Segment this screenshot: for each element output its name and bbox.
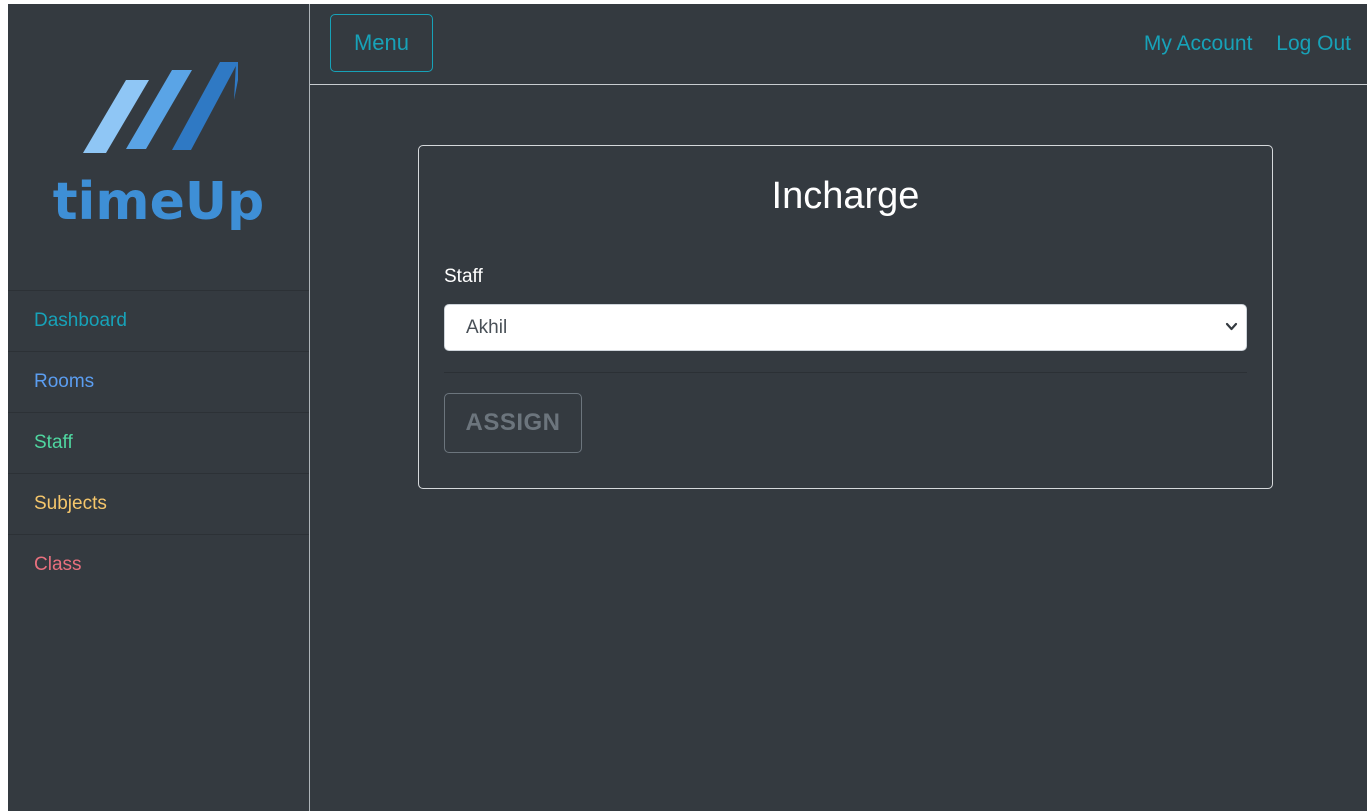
brand-name: timeUp: [52, 172, 265, 232]
staff-select-value: Akhil: [466, 317, 508, 338]
assign-button[interactable]: ASSIGN: [444, 393, 582, 453]
sidebar-item-subjects[interactable]: Subjects: [8, 473, 309, 534]
staff-label: Staff: [444, 266, 483, 287]
sidebar-item-staff[interactable]: Staff: [8, 412, 309, 473]
stripes-logo-icon: [83, 62, 238, 153]
sidebar-item-rooms[interactable]: Rooms: [8, 351, 309, 412]
sidebar-item-dashboard[interactable]: Dashboard: [8, 290, 309, 351]
logo[interactable]: timeUp: [8, 4, 309, 290]
sidebar: timeUp Dashboard Rooms Staff Subjects Cl…: [8, 4, 310, 811]
staff-select[interactable]: Akhil: [444, 304, 1247, 351]
chevron-down-icon: [1225, 322, 1238, 331]
app-window: timeUp Dashboard Rooms Staff Subjects Cl…: [8, 4, 1367, 811]
menu-button[interactable]: Menu: [330, 14, 433, 72]
account-links: My Account Log Out: [1126, 32, 1351, 56]
page-title: Incharge: [771, 175, 920, 217]
my-account-link[interactable]: My Account: [1144, 32, 1253, 55]
logout-link[interactable]: Log Out: [1276, 32, 1351, 55]
divider: [444, 372, 1247, 373]
top-navbar: Menu My Account Log Out: [310, 4, 1367, 85]
sidebar-nav: Dashboard Rooms Staff Subjects Class: [8, 290, 309, 595]
sidebar-item-class[interactable]: Class: [8, 534, 309, 595]
incharge-card: Incharge Staff Akhil ASSIGN: [418, 145, 1273, 489]
